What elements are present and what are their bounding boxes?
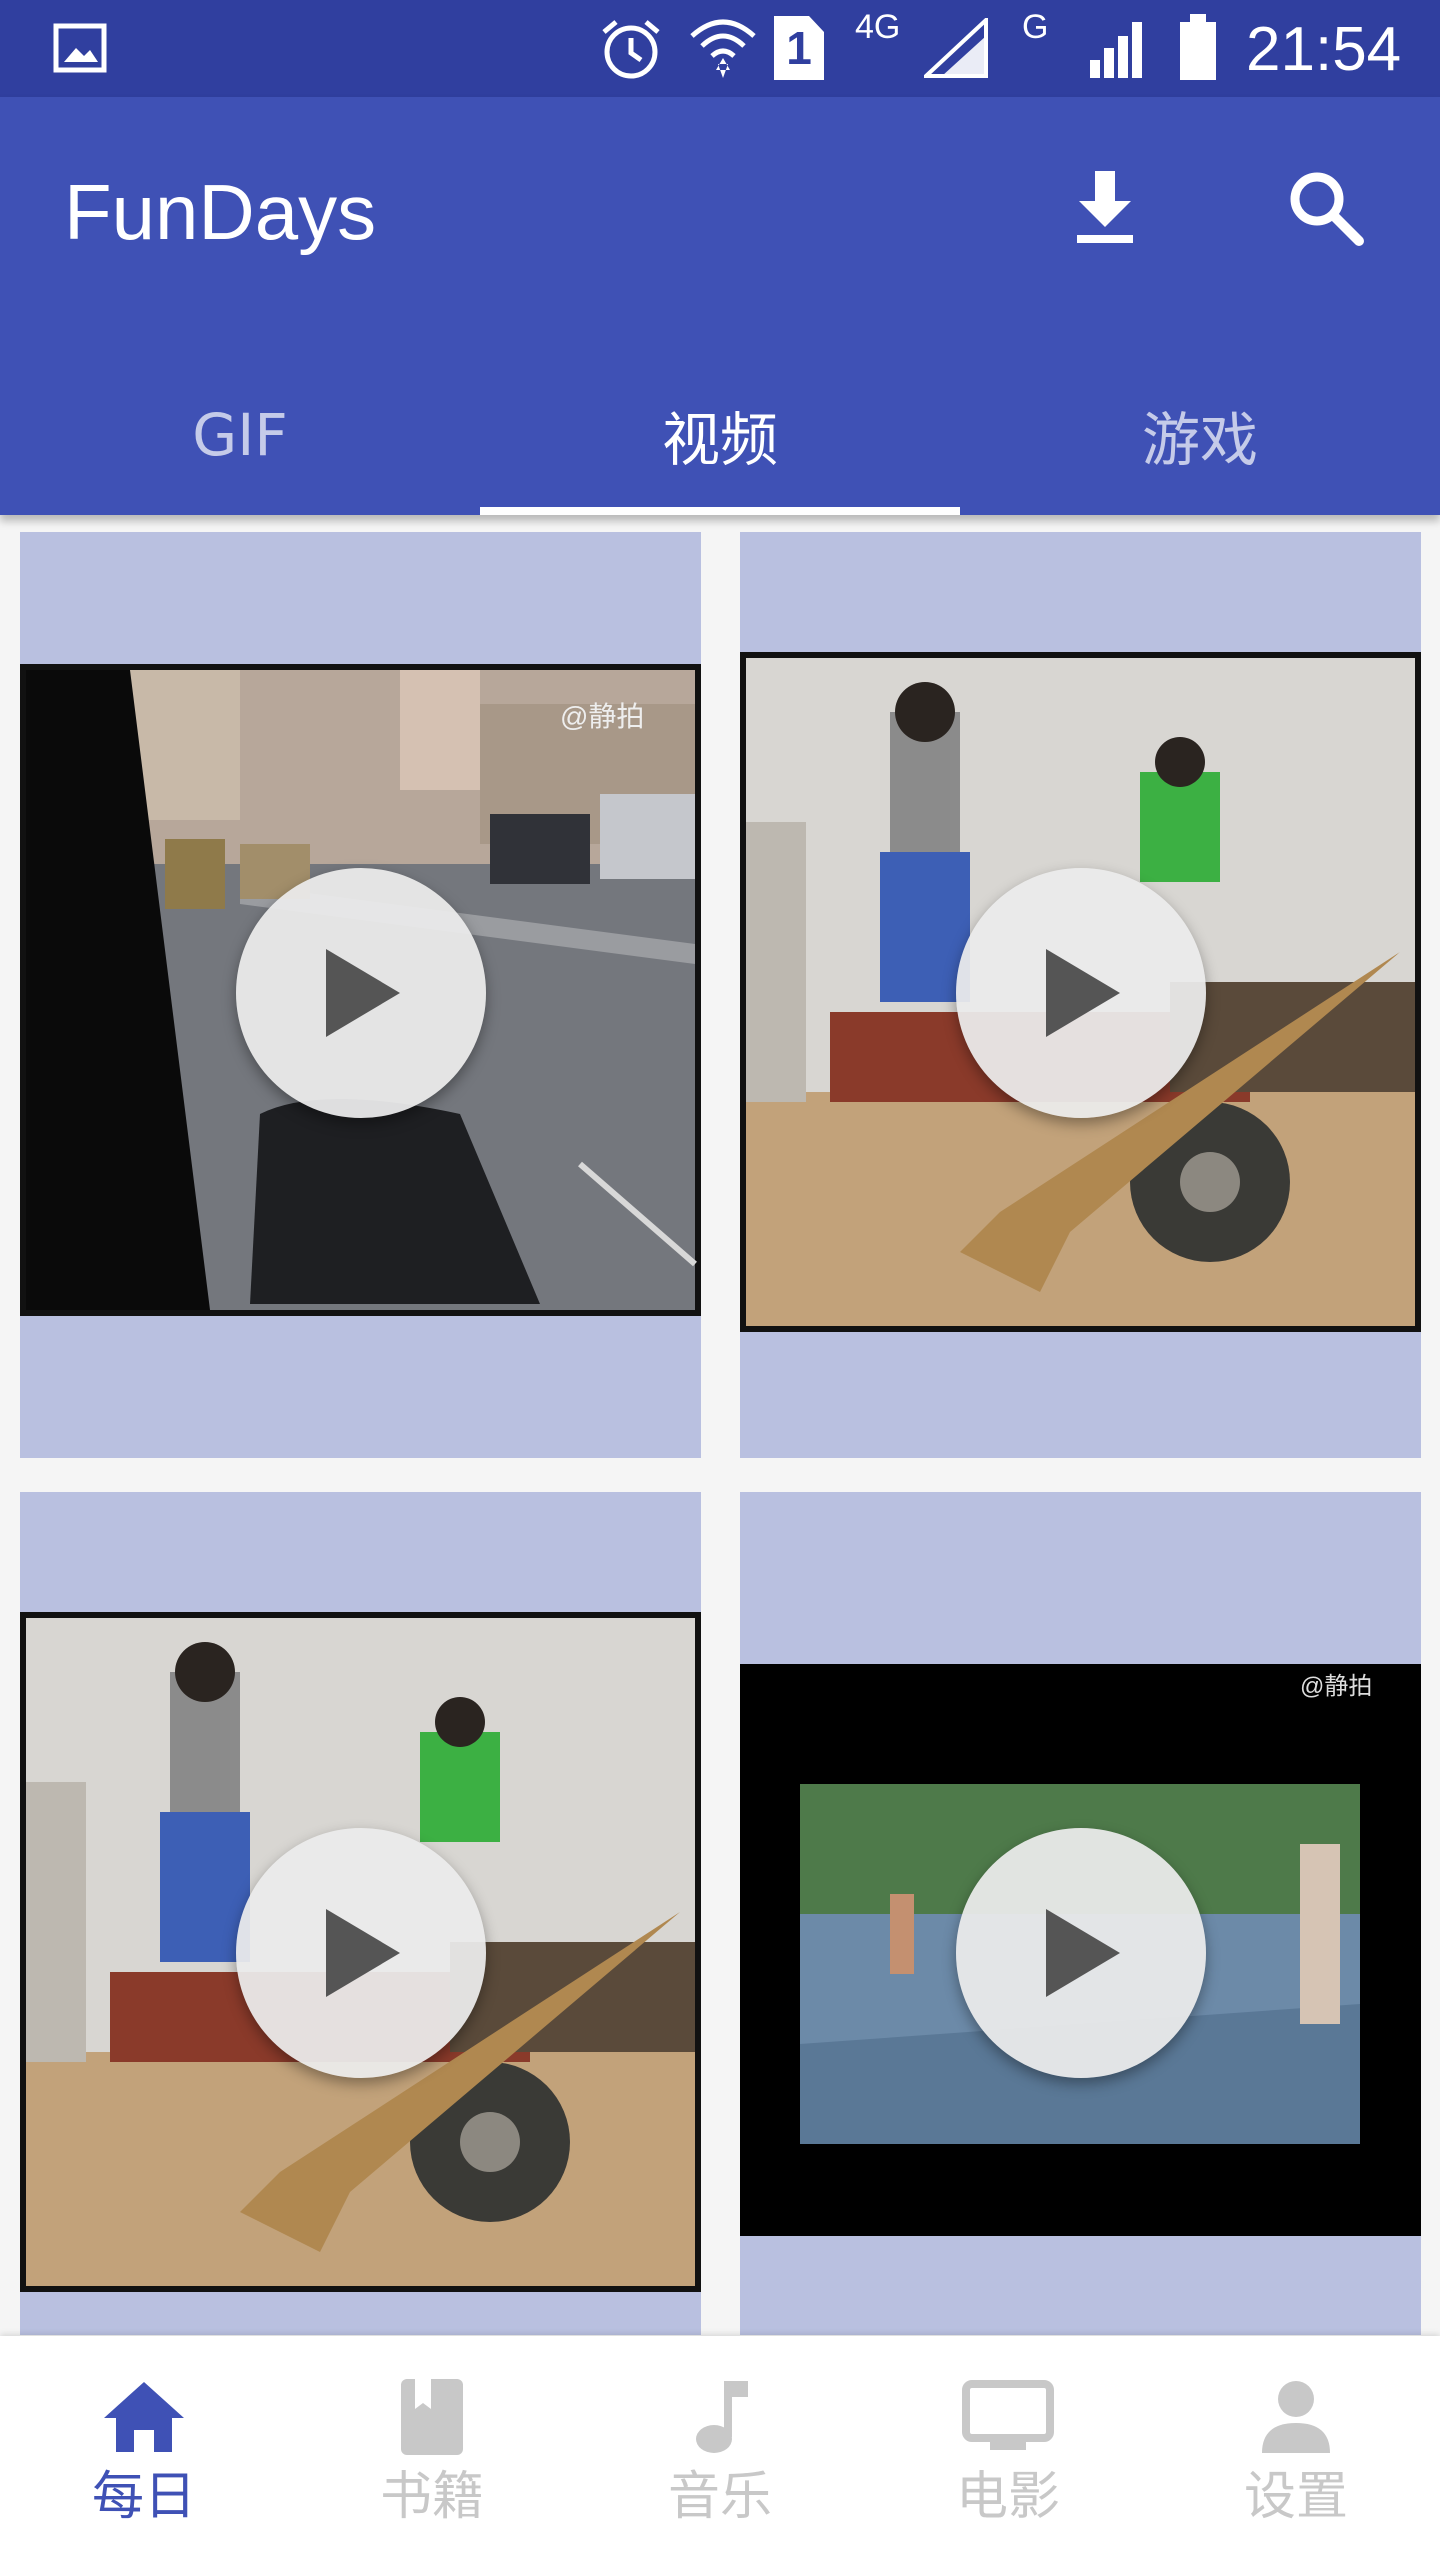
app-bar: FunDays GIF 视频 游戏 bbox=[0, 97, 1440, 515]
search-icon bbox=[1290, 172, 1364, 246]
music-note-icon bbox=[670, 2374, 770, 2460]
nav-label: 电影 bbox=[955, 2467, 1060, 2527]
network-type-4g: 4G bbox=[855, 8, 901, 46]
wifi-icon bbox=[690, 19, 756, 78]
bottom-navigation: 每日 书籍 音乐 电影 设置 bbox=[0, 2336, 1440, 2560]
video-grid: @静拍 @静拍 bbox=[0, 515, 1440, 2335]
nav-label: 音乐 bbox=[667, 2467, 772, 2527]
search-button[interactable] bbox=[1270, 152, 1380, 262]
play-button[interactable] bbox=[956, 868, 1206, 1118]
person-icon bbox=[1246, 2374, 1346, 2460]
nav-item-daily[interactable]: 每日 bbox=[0, 2336, 288, 2560]
signal-icon bbox=[1090, 22, 1142, 78]
nav-label: 每日 bbox=[91, 2467, 196, 2527]
video-card[interactable] bbox=[20, 1492, 701, 2335]
video-watermark: @静拍 bbox=[560, 701, 644, 732]
play-button[interactable] bbox=[236, 868, 486, 1118]
play-button[interactable] bbox=[956, 1828, 1206, 2078]
alarm-icon bbox=[602, 20, 660, 79]
status-bar: 1 4G G 21:54 bbox=[0, 0, 1440, 97]
tab-gif[interactable]: GIF bbox=[0, 355, 480, 515]
download-icon bbox=[1077, 171, 1133, 243]
play-button[interactable] bbox=[236, 1828, 486, 2078]
play-icon bbox=[326, 949, 400, 1037]
nav-label: 书籍 bbox=[379, 2467, 484, 2527]
nav-item-music[interactable]: 音乐 bbox=[576, 2336, 864, 2560]
video-watermark: @静拍 bbox=[1300, 1673, 1372, 1700]
status-time: 21:54 bbox=[1246, 15, 1402, 84]
video-card[interactable]: @静拍 bbox=[20, 532, 701, 1458]
tab-video[interactable]: 视频 bbox=[480, 355, 960, 515]
signal-icon bbox=[924, 18, 988, 78]
tab-game[interactable]: 游戏 bbox=[960, 355, 1440, 515]
play-icon bbox=[326, 1909, 400, 1997]
nav-item-settings[interactable]: 设置 bbox=[1152, 2336, 1440, 2560]
nav-label: 设置 bbox=[1243, 2467, 1348, 2527]
gallery-icon bbox=[53, 23, 107, 73]
tv-icon bbox=[958, 2374, 1058, 2460]
home-icon bbox=[94, 2374, 194, 2460]
play-icon bbox=[1046, 1909, 1120, 1997]
nav-item-books[interactable]: 书籍 bbox=[288, 2336, 576, 2560]
video-card[interactable] bbox=[740, 532, 1421, 1458]
play-icon bbox=[1046, 949, 1120, 1037]
sim-icon: 1 bbox=[774, 16, 824, 80]
video-card[interactable]: @静拍 bbox=[740, 1492, 1421, 2335]
app-title: FunDays bbox=[64, 168, 377, 256]
network-type-g: G bbox=[1022, 8, 1049, 46]
battery-icon bbox=[1180, 14, 1216, 80]
nav-item-movies[interactable]: 电影 bbox=[864, 2336, 1152, 2560]
download-button[interactable] bbox=[1050, 152, 1160, 262]
tab-bar: GIF 视频 游戏 bbox=[0, 355, 1440, 515]
book-icon bbox=[382, 2374, 482, 2460]
